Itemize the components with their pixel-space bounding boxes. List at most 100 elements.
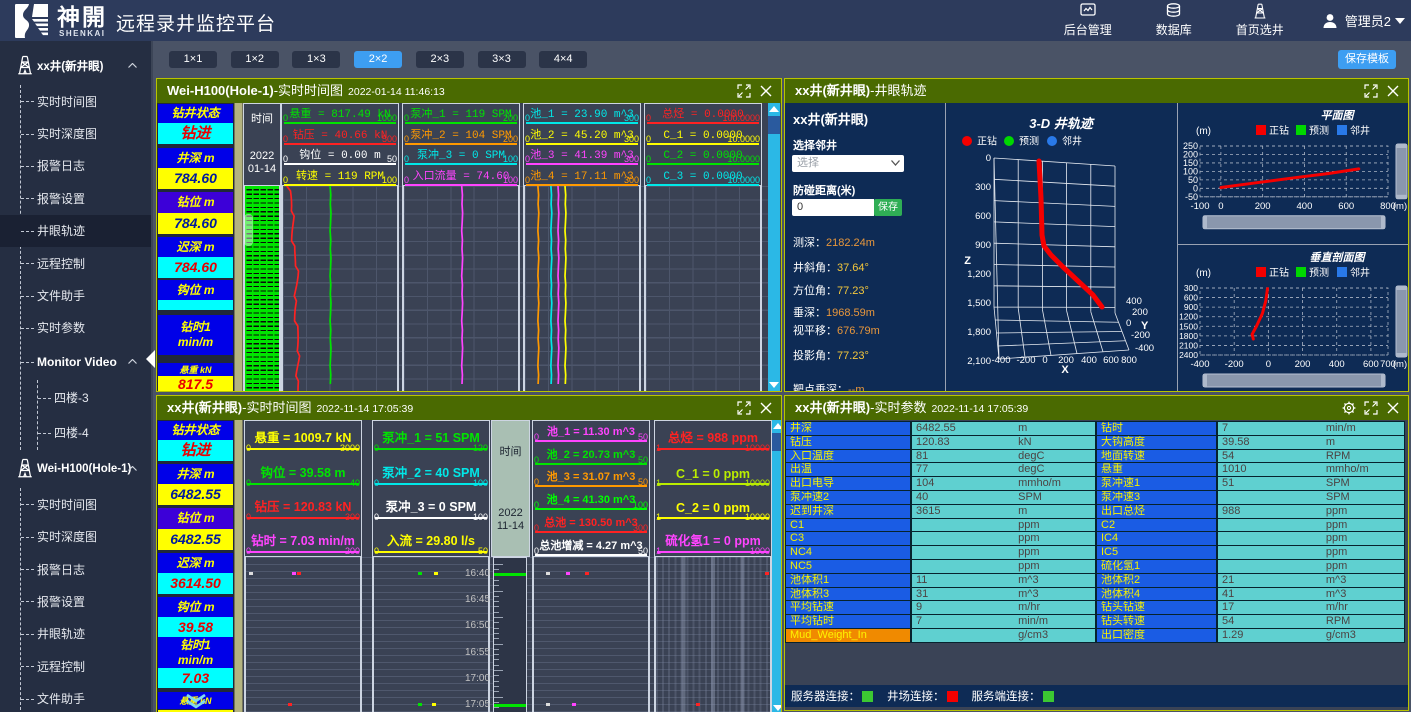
param-value: 11 — [916, 574, 927, 586]
param-unit: mmho/m — [1326, 463, 1369, 476]
curve-header: 0120泵冲_1 = 51 SPM — [373, 421, 489, 455]
param-value-cell: ppm — [911, 518, 1096, 533]
param-value: 54 — [1222, 450, 1234, 462]
sidebar-group-0[interactable]: xx井(新井眼) — [0, 47, 151, 85]
gear-icon[interactable] — [1342, 401, 1356, 415]
save-distance-button[interactable]: 保存 — [874, 199, 902, 216]
param-scrollbar[interactable] — [234, 420, 243, 712]
top-nav-derrick[interactable]: 首页选井 — [1217, 3, 1303, 38]
param-unit: RPM — [1326, 450, 1350, 463]
vertical-scrollbar[interactable] — [1396, 144, 1407, 199]
decor-circle — [1326, 14, 1333, 21]
close-icon[interactable] — [1386, 401, 1400, 415]
offset-well-select[interactable]: 选择 — [792, 155, 904, 172]
sidebar-item-文件助手[interactable]: 文件助手 — [21, 279, 151, 311]
sidebar-item-实时时间图[interactable]: 实时时间图 — [21, 85, 151, 117]
param-label-cell: IC5 — [1096, 545, 1217, 560]
table-row: NC4ppmIC5ppm — [785, 546, 1408, 560]
layout-button-1×3[interactable]: 1×3 — [292, 51, 340, 68]
decor-svg — [16, 458, 34, 478]
decor-text: 400 — [1081, 355, 1097, 366]
sidebar-item-井眼轨迹[interactable]: 井眼轨迹 — [0, 215, 151, 247]
horizontal-scrollbar[interactable] — [1203, 374, 1385, 387]
vertical-scrollbar[interactable] — [1396, 286, 1407, 357]
param-value-cell: 77degC — [911, 462, 1096, 477]
decor-polyline — [462, 186, 463, 384]
sidebar-item-远程控制[interactable]: 远程控制 — [21, 247, 151, 279]
layout-button-2×3[interactable]: 2×3 — [416, 51, 464, 68]
curve-name: 池_2 = 45.20 m^3 — [524, 126, 640, 142]
layout-button-1×1[interactable]: 1×1 — [169, 51, 217, 68]
curve-underline — [647, 163, 759, 165]
panel-title-well: Wei-H100(Hole-1) — [167, 83, 274, 98]
sidebar-group-1[interactable]: Wei-H100(Hole-1) — [0, 450, 151, 488]
sidebar-item-报警日志[interactable]: 报警日志 — [21, 553, 151, 585]
param-unit: m/hr — [1018, 601, 1040, 614]
sidebar-item-label: 文件助手 — [37, 690, 85, 707]
layout-button-3×3[interactable]: 3×3 — [478, 51, 526, 68]
sidebar-item-报警设置[interactable]: 报警设置 — [21, 182, 151, 214]
realtime-params-table: 井深6482.55m钻时7min/m钻压120.83kN大钩高度39.58m入口… — [785, 422, 1408, 643]
param-value-cell: ppm — [1217, 559, 1405, 574]
param-value: 7 — [916, 615, 922, 627]
logo-text-cn: 神開 — [57, 4, 107, 30]
param-box: 6482.55 — [158, 529, 233, 550]
sidebar-item-报警日志[interactable]: 报警日志 — [21, 150, 151, 182]
vertical-scrollbar[interactable] — [772, 420, 782, 712]
decor-div — [494, 681, 499, 682]
data-dot — [696, 703, 700, 706]
sidebar-item-label: 四楼-4 — [54, 424, 89, 441]
sidebar-item-实时深度图[interactable]: 实时深度图 — [21, 521, 151, 553]
sidebar-item-文件助手[interactable]: 文件助手 — [21, 682, 151, 712]
param-value-cell: 3615m — [911, 504, 1096, 519]
curve-name: C_1 = 0 ppm — [655, 467, 771, 481]
sidebar-collapse-handle-icon[interactable] — [146, 350, 155, 368]
decor-path — [32, 4, 48, 17]
sidebar-item-报警设置[interactable]: 报警设置 — [21, 585, 151, 617]
sidebar-item-四楼-4[interactable]: 四楼-4 — [38, 415, 151, 450]
close-icon[interactable] — [1386, 84, 1400, 98]
param-value-cell: ppm — [1217, 518, 1405, 533]
horizontal-scrollbar[interactable] — [1203, 216, 1385, 229]
close-icon[interactable] — [759, 84, 773, 98]
user-menu[interactable]: 管理员2 — [1321, 11, 1405, 30]
distance-input[interactable]: 0 — [792, 199, 874, 216]
param-value-cell: 41m^3 — [1217, 587, 1405, 602]
sidebar-item-label: 实时深度图 — [37, 528, 97, 545]
param-label-cell: 钻压 — [785, 435, 911, 450]
layout-button-2×2[interactable]: 2×2 — [354, 51, 402, 68]
time-date: 01-14 — [244, 163, 280, 175]
param-value: 54 — [1222, 615, 1234, 627]
decor-polyline — [892, 161, 900, 166]
expand-icon[interactable] — [737, 84, 751, 98]
layout-toolbar: 1×1 1×2 1×3 2×2 2×3 3×3 4×4 保存模板 — [155, 41, 1411, 78]
close-icon[interactable] — [759, 401, 773, 415]
param-box: 7.03 — [158, 668, 233, 688]
sidebar-item-四楼-3[interactable]: 四楼-3 — [38, 380, 151, 415]
top-nav-database[interactable]: 数据库 — [1131, 3, 1217, 38]
expand-icon[interactable] — [737, 401, 751, 415]
layout-button-4×4[interactable]: 4×4 — [539, 51, 587, 68]
info-value: --m — [848, 384, 865, 392]
sidebar-item-实时时间图[interactable]: 实时时间图 — [21, 488, 151, 520]
sidebar-item-井眼轨迹[interactable]: 井眼轨迹 — [21, 618, 151, 650]
sidebar-item-实时深度图[interactable]: 实时深度图 — [21, 117, 151, 149]
param-box: 钻位 m — [158, 508, 233, 529]
decor-text: 1,800 — [967, 327, 991, 338]
top-nav-admin-monitor[interactable]: 后台管理 — [1045, 3, 1131, 38]
expand-icon[interactable] — [1364, 401, 1378, 415]
expand-icon[interactable] — [1364, 84, 1378, 98]
layout-button-1×2[interactable]: 1×2 — [231, 51, 279, 68]
vertical-scrollbar[interactable] — [768, 103, 780, 391]
sidebar-item-实时参数[interactable]: 实时参数 — [21, 312, 151, 344]
param-label-cell: 悬重 — [1096, 462, 1217, 477]
sidebar-subgroup-Monitor Video[interactable]: Monitor Video — [21, 344, 151, 380]
curve-header: 0200泵冲_1 = 119 SPM — [403, 104, 519, 125]
curve-underline — [405, 163, 517, 165]
panel-title-view: -实时参数 — [870, 400, 926, 415]
sidebar-item-远程控制[interactable]: 远程控制 — [21, 650, 151, 682]
param-scrollbar[interactable] — [234, 103, 243, 391]
decor-rect — [1200, 146, 1388, 197]
connection-status-bar: 服务器连接：井场连接：服务端连接： — [785, 685, 1408, 707]
save-template-button[interactable]: 保存模板 — [1338, 50, 1396, 69]
